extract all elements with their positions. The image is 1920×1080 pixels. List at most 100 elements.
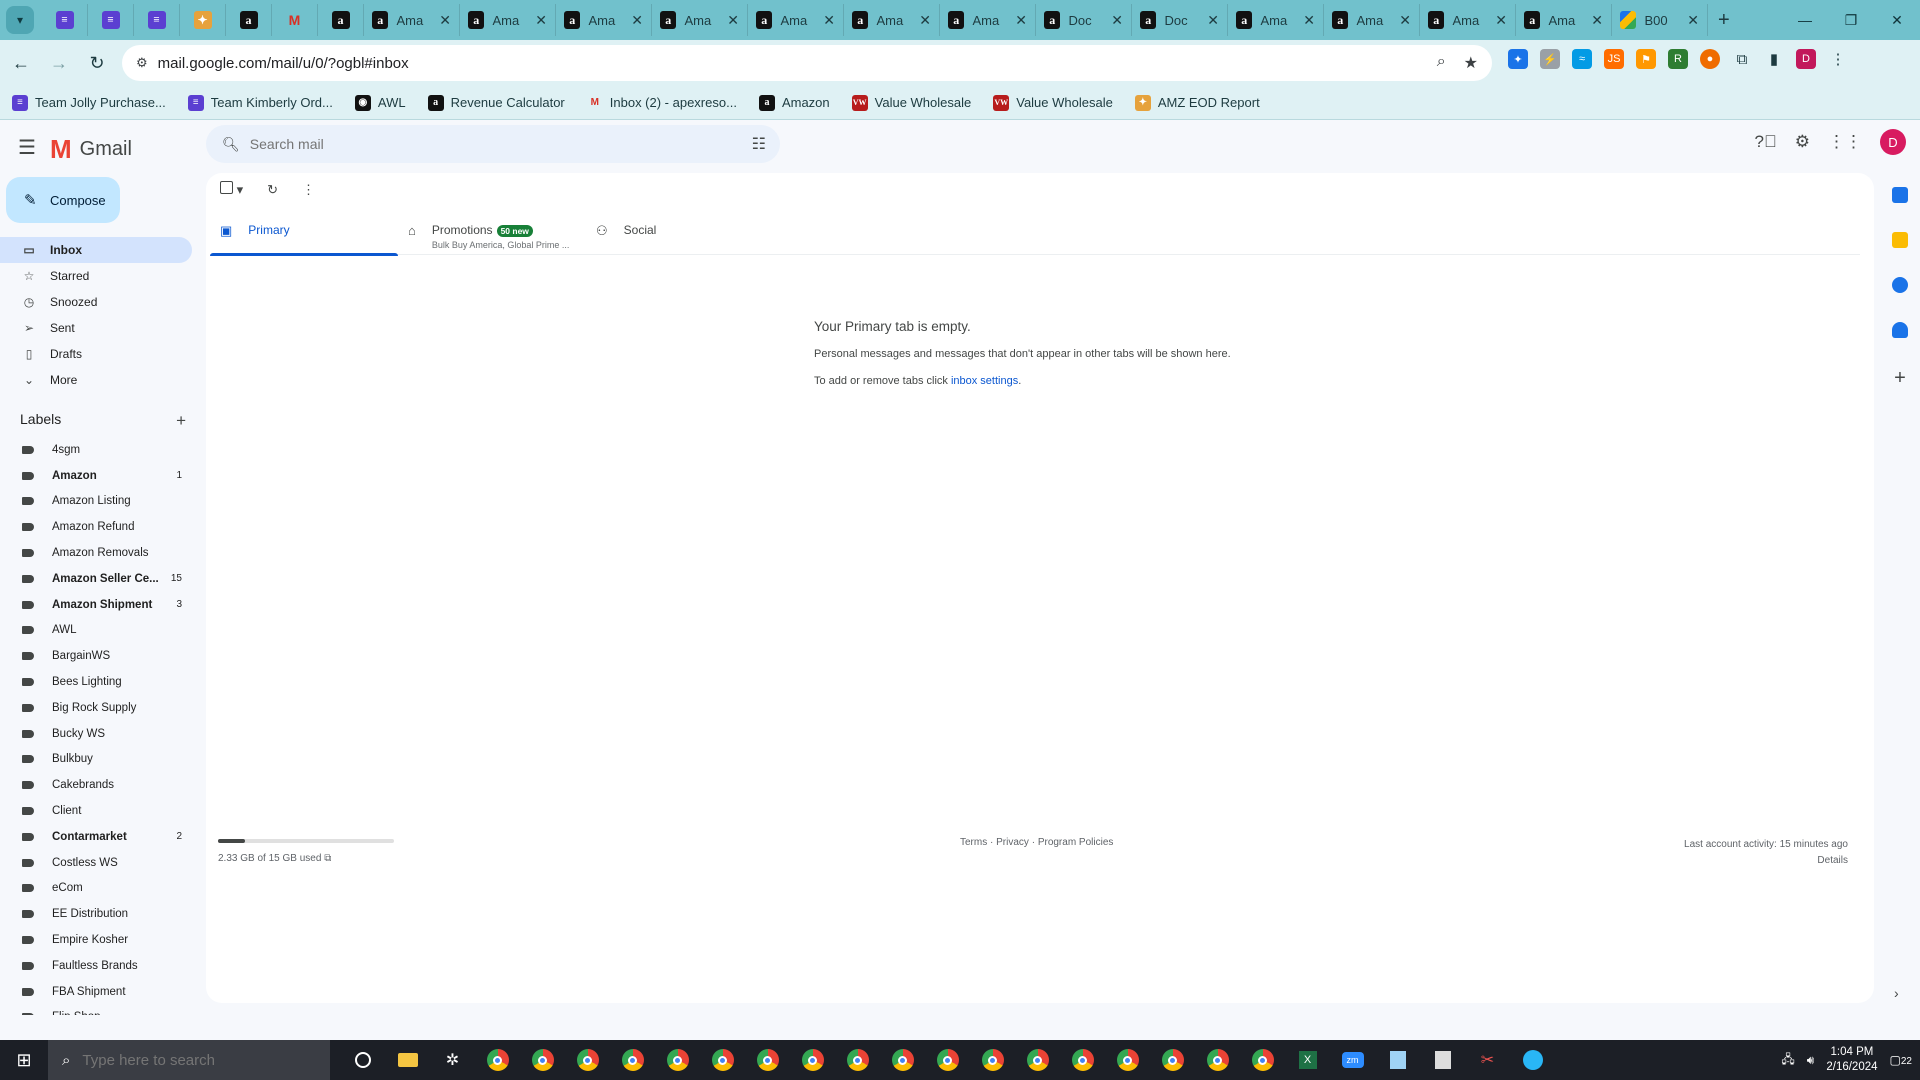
chrome-icon[interactable] — [880, 1040, 925, 1080]
chrome-icon[interactable] — [610, 1040, 655, 1080]
label-item[interactable]: 4sgm — [0, 437, 192, 463]
browser-tab[interactable]: a Ama ✕ — [748, 4, 844, 36]
label-item[interactable]: Amazon Refund — [0, 514, 192, 540]
browser-tab[interactable]: M — [272, 4, 318, 36]
browser-tab[interactable]: a Ama ✕ — [1420, 4, 1516, 36]
chrome-icon[interactable] — [790, 1040, 835, 1080]
volume-icon[interactable]: 🔊︎ — [1807, 1053, 1815, 1068]
tab-primary[interactable]: ▣ Primary — [210, 213, 398, 256]
puzzle-icon[interactable]: ⧉ — [1732, 49, 1752, 69]
keep-icon[interactable] — [1892, 232, 1908, 248]
back-button[interactable]: ← — [4, 46, 38, 80]
label-item[interactable]: Bees Lighting — [0, 669, 192, 695]
tab-search-button[interactable]: ▾ — [6, 6, 34, 34]
extension-icon[interactable]: ≈ — [1572, 49, 1592, 69]
label-item[interactable]: Amazon Shipment 3 — [0, 592, 192, 618]
close-tab-icon[interactable]: ✕ — [1591, 12, 1603, 29]
close-tab-icon[interactable]: ✕ — [919, 12, 931, 29]
chrome-icon[interactable] — [700, 1040, 745, 1080]
extension-icon[interactable]: R — [1668, 49, 1688, 69]
side-panel-icon[interactable]: ▮ — [1764, 49, 1784, 69]
chrome-icon[interactable] — [655, 1040, 700, 1080]
tab-social[interactable]: ⚇ Social — [586, 213, 774, 255]
extension-icon[interactable]: ⚡ — [1540, 49, 1560, 69]
zoom-icon[interactable]: zm — [1330, 1040, 1375, 1080]
browser-tab[interactable]: a Ama ✕ — [460, 4, 556, 36]
browser-tab[interactable]: a — [318, 4, 364, 36]
refresh-icon[interactable]: ↻ — [267, 182, 278, 198]
notepad-icon[interactable] — [1375, 1040, 1420, 1080]
chevron-right-icon[interactable]: › — [1894, 985, 1899, 1001]
help-icon[interactable]: ?⃝ — [1755, 132, 1777, 152]
bookmark-item[interactable]: ≡ Team Kimberly Ord... — [187, 94, 333, 111]
browser-tab[interactable]: a Ama ✕ — [844, 4, 940, 36]
label-item[interactable]: Bulkbuy — [0, 747, 192, 773]
browser-tab[interactable]: a Ama ✕ — [1228, 4, 1324, 36]
search-input[interactable] — [249, 136, 730, 152]
label-item[interactable]: Costless WS — [0, 850, 192, 876]
file-explorer-icon[interactable] — [385, 1040, 430, 1080]
restore-button[interactable]: ❐ — [1828, 0, 1874, 40]
browser-tab[interactable]: a Ama ✕ — [1516, 4, 1612, 36]
browser-tab[interactable]: a — [226, 4, 272, 36]
bookmark-item[interactable]: VW Value Wholesale — [851, 94, 971, 111]
label-item[interactable]: Flip Shop — [0, 1005, 192, 1015]
contacts-icon[interactable] — [1892, 322, 1908, 338]
chrome-icon[interactable] — [520, 1040, 565, 1080]
bookmark-star-icon[interactable]: ★ — [1464, 53, 1478, 73]
new-tab-button[interactable]: + — [1718, 9, 1730, 32]
close-tab-icon[interactable]: ✕ — [1015, 12, 1027, 29]
get-addons-icon[interactable]: + — [1880, 367, 1920, 390]
bookmark-item[interactable]: a Amazon — [758, 94, 830, 111]
sidebar-item-more[interactable]: ⌄ More — [0, 367, 192, 393]
privacy-link[interactable]: Privacy — [996, 837, 1029, 848]
browser-tab[interactable]: a Doc ✕ — [1036, 4, 1132, 36]
label-item[interactable]: Client — [0, 798, 192, 824]
more-actions-icon[interactable]: ⋮ — [302, 182, 315, 198]
chrome-icon[interactable] — [565, 1040, 610, 1080]
close-tab-icon[interactable]: ✕ — [535, 12, 547, 29]
label-item[interactable]: Faultless Brands — [0, 953, 192, 979]
browser-tab[interactable]: B00 ✕ — [1612, 4, 1708, 36]
slack-icon[interactable]: ✲ — [430, 1040, 475, 1080]
extension-icon[interactable]: ✦ — [1508, 49, 1528, 69]
add-label-icon[interactable]: + — [176, 411, 186, 431]
bookmark-item[interactable]: VW Value Wholesale — [993, 94, 1113, 111]
gmail-logo[interactable]: M Gmail — [50, 134, 132, 165]
notifications-icon[interactable]: ▢22 — [1890, 1053, 1912, 1067]
label-item[interactable]: Amazon Removals — [0, 540, 192, 566]
clock[interactable]: 1:04 PM 2/16/2024 — [1826, 1045, 1877, 1075]
label-item[interactable]: Big Rock Supply — [0, 695, 192, 721]
chrome-icon[interactable] — [1195, 1040, 1240, 1080]
calculator-icon[interactable] — [1420, 1040, 1465, 1080]
label-item[interactable]: FBA Shipment — [0, 979, 192, 1005]
search-options-icon[interactable]: ☷ — [752, 134, 766, 154]
details-link[interactable]: Details — [1684, 853, 1848, 869]
program-policies-link[interactable]: Program Policies — [1038, 837, 1114, 848]
excel-icon[interactable]: X — [1285, 1040, 1330, 1080]
reload-button[interactable]: ↻ — [80, 46, 114, 80]
address-bar[interactable]: ⚙ mail.google.com/mail/u/0/?ogbl#inbox ⌕… — [122, 45, 1492, 81]
browser-tab[interactable]: ≡ — [42, 4, 88, 36]
select-all-checkbox[interactable]: ▾ — [220, 181, 243, 198]
close-tab-icon[interactable]: ✕ — [1495, 12, 1507, 29]
terms-link[interactable]: Terms — [960, 837, 987, 848]
label-item[interactable]: AWL — [0, 618, 192, 644]
label-item[interactable]: EE Distribution — [0, 901, 192, 927]
chrome-icon[interactable] — [970, 1040, 1015, 1080]
extension-icon[interactable]: ⚑ — [1636, 49, 1656, 69]
settings-gear-icon[interactable]: ⚙ — [1795, 132, 1810, 152]
close-window-button[interactable]: ✕ — [1874, 0, 1920, 40]
windows-start-icon[interactable]: ⊞ — [0, 1040, 48, 1080]
browser-tab[interactable]: ≡ — [88, 4, 134, 36]
tasks-icon[interactable] — [1892, 277, 1908, 293]
browser-tab[interactable]: ✦ — [180, 4, 226, 36]
close-tab-icon[interactable]: ✕ — [727, 12, 739, 29]
apps-grid-icon[interactable]: ⋮⋮ — [1828, 132, 1862, 152]
cortana-icon[interactable] — [340, 1040, 385, 1080]
label-item[interactable]: Bucky WS — [0, 721, 192, 747]
main-menu-icon[interactable]: ☰ — [18, 135, 36, 160]
search-icon[interactable]: 🔍︎ — [222, 136, 240, 153]
sidebar-item-sent[interactable]: ➢ Sent — [0, 315, 192, 341]
label-item[interactable]: eCom — [0, 876, 192, 902]
